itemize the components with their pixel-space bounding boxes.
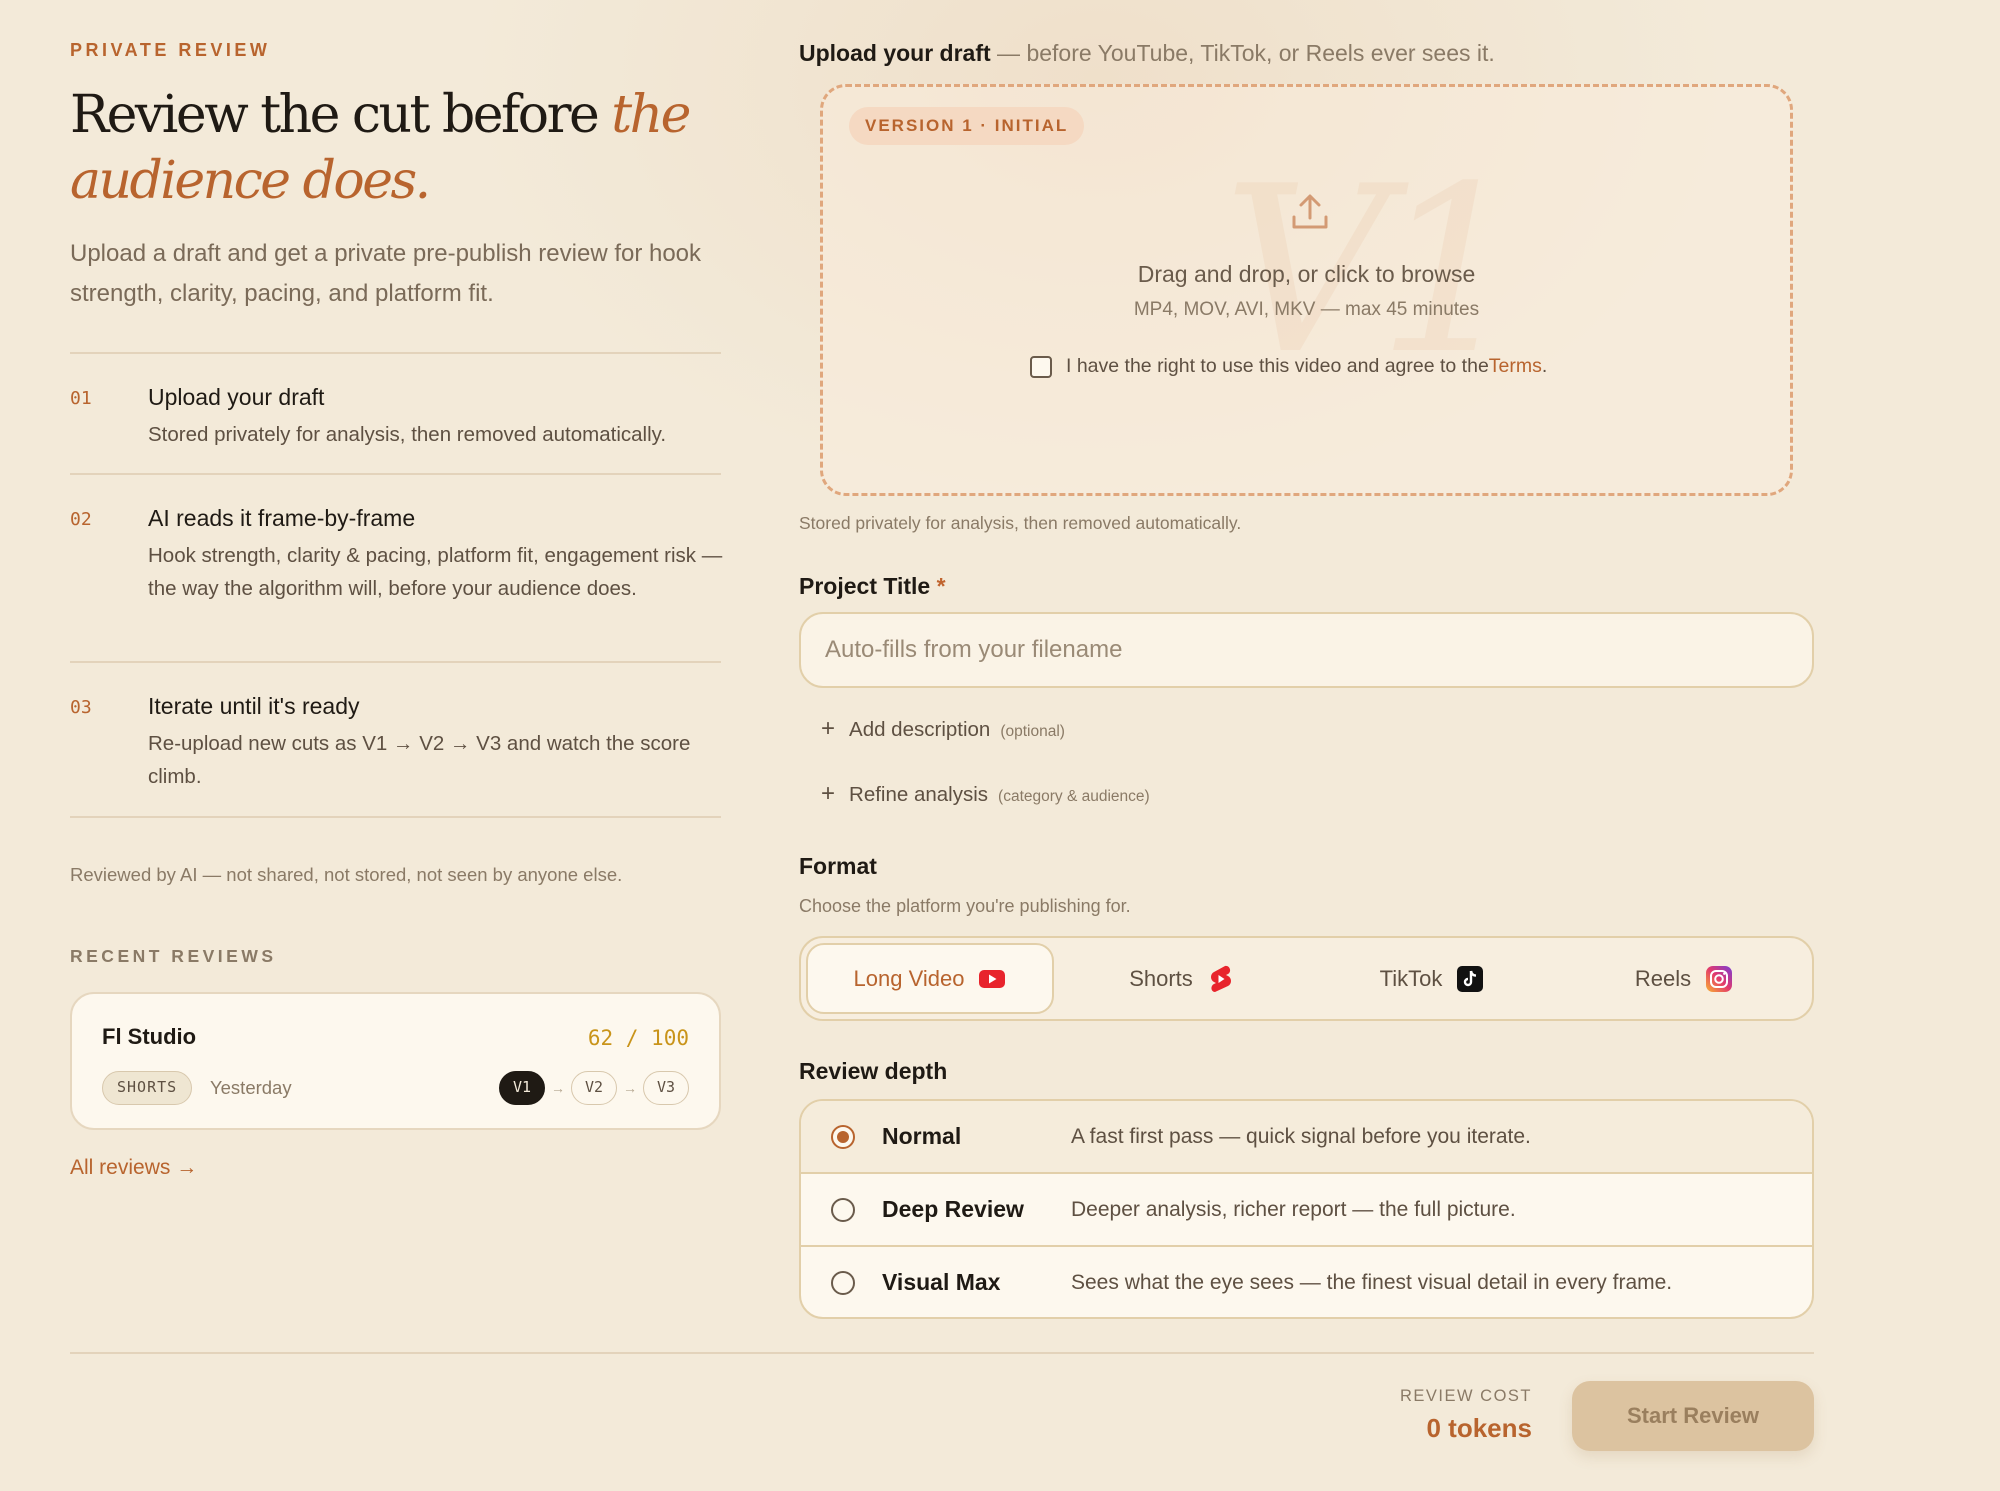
step-title: AI reads it frame-by-frame (148, 505, 416, 531)
required-mark: * (936, 573, 946, 599)
hero-subtitle: Upload a draft and get a private pre-pub… (70, 240, 702, 307)
page-title: Review the cut before the audience does. (70, 82, 730, 214)
version-pill[interactable]: V2 (571, 1071, 617, 1105)
step-item: 03 Iterate until it's ready Re-upload ne… (70, 663, 721, 818)
depth-option-name: Visual Max (882, 1269, 1001, 1295)
refine-analysis-hint: (category & audience) (998, 788, 1150, 805)
version-chain: V1 → V2 → V3 (499, 1071, 689, 1105)
upload-heading-bold: Upload your draft (799, 40, 991, 66)
youtube-shorts-icon (1207, 965, 1235, 993)
terms-link[interactable]: Terms (1489, 355, 1542, 378)
youtube-icon (978, 965, 1006, 993)
version-badge: VERSION 1 · INITIAL (849, 107, 1085, 145)
upload-heading: Upload your draft — before YouTube, TikT… (799, 40, 1495, 67)
eyebrow: PRIVATE REVIEW (70, 40, 271, 60)
review-depth-options: Normal A fast first pass — quick signal … (799, 1099, 1814, 1319)
add-description-hint: (optional) (1000, 723, 1065, 740)
depth-option-deep-review[interactable]: Deep Review Deeper analysis, richer repo… (801, 1174, 1812, 1247)
review-title: Fl Studio (102, 1024, 197, 1049)
consent-text: I have the right to use this video and a… (1066, 355, 1489, 377)
privacy-note: Reviewed by AI — not shared, not stored,… (70, 864, 623, 885)
radio-button[interactable] (831, 1271, 855, 1295)
tab-reels[interactable]: Reels (1560, 943, 1808, 1014)
tiktok-icon (1456, 965, 1484, 993)
project-title-label: Project Title * (799, 573, 946, 600)
recent-reviews-label: RECENT REVIEWS (70, 946, 277, 966)
step-number: 01 (70, 388, 92, 409)
add-description-label: Add description (849, 718, 991, 741)
add-description-toggle[interactable]: + Add description (optional) (821, 715, 1065, 743)
version-pill[interactable]: V1 (499, 1071, 545, 1105)
tab-tiktok[interactable]: TikTok (1308, 943, 1556, 1014)
format-label: Format (799, 853, 877, 879)
step-description: Stored privately for analysis, then remo… (148, 423, 667, 446)
step-description: Hook strength, clarity & pacing, platfor… (148, 544, 723, 600)
dropzone-formats: MP4, MOV, AVI, MKV — max 45 minutes (1133, 299, 1480, 320)
rights-checkbox[interactable] (1030, 355, 1052, 378)
radio-button[interactable] (831, 1125, 855, 1149)
step-number: 02 (70, 509, 92, 530)
upload-icon (1292, 194, 1328, 229)
depth-option-name: Deep Review (882, 1196, 1024, 1222)
project-title-label-text: Project Title (799, 573, 931, 599)
depth-option-name: Normal (882, 1123, 962, 1149)
recent-review-card[interactable]: Fl Studio 62 / 100 SHORTS Yesterday V1 →… (70, 992, 721, 1130)
start-review-button[interactable]: Start Review (1572, 1381, 1814, 1451)
footer-divider (70, 1352, 1814, 1354)
step-title: Upload your draft (148, 384, 325, 410)
project-title-input[interactable] (799, 612, 1814, 688)
plus-icon: + (821, 780, 836, 807)
review-score: 62 / 100 (587, 1026, 689, 1050)
step-number: 03 (70, 697, 92, 718)
steps-list: 01 Upload your draft Stored privately fo… (70, 352, 722, 818)
dropzone-title: Drag and drop, or click to browse (1137, 261, 1476, 287)
plus-icon: + (821, 715, 836, 742)
step-description: Re-upload new cuts as V1 → V2 → V3 and w… (148, 732, 691, 788)
page: PRIVATE REVIEW Review the cut before the… (0, 0, 2000, 1491)
consent-end: . (1541, 355, 1548, 377)
refine-analysis-label: Refine analysis (849, 783, 989, 806)
review-depth-label: Review depth (799, 1058, 948, 1084)
tab-label: Shorts (1129, 965, 1193, 991)
depth-option-description: Deeper analysis, richer report — the ful… (1071, 1198, 1516, 1221)
refine-analysis-toggle[interactable]: + Refine analysis (category & audience) (821, 780, 1150, 808)
depth-option-description: Sees what the eye sees — the finest visu… (1071, 1271, 1673, 1294)
step-item: 01 Upload your draft Stored privately fo… (70, 354, 721, 475)
tab-shorts[interactable]: Shorts (1058, 943, 1306, 1014)
rights-consent: I have the right to use this video and a… (1030, 355, 1547, 378)
depth-option-normal[interactable]: Normal A fast first pass — quick signal … (801, 1101, 1812, 1174)
depth-option-visual-max[interactable]: Visual Max Sees what the eye sees — the … (801, 1247, 1812, 1317)
instagram-icon (1705, 965, 1733, 993)
step-title: Iterate until it's ready (148, 693, 360, 719)
tab-label: Long Video (853, 965, 965, 991)
format-tag: SHORTS (102, 1071, 193, 1105)
upload-heading-rest: — before YouTube, TikTok, or Reels ever … (990, 40, 1495, 66)
storage-note: Stored privately for analysis, then remo… (799, 513, 1242, 533)
format-hint: Choose the platform you're publishing fo… (799, 896, 1131, 916)
step-item: 02 AI reads it frame-by-frame Hook stren… (70, 475, 722, 663)
tab-label: Reels (1634, 965, 1692, 991)
depth-option-description: A fast first pass — quick signal before … (1071, 1125, 1531, 1148)
arrow-right-icon: → (623, 1080, 637, 1096)
review-date: Yesterday (210, 1077, 292, 1098)
upload-dropzone[interactable]: VERSION 1 · INITIAL V1 Drag and drop, or… (820, 84, 1793, 496)
title-prefix: Review the cut before (70, 85, 612, 145)
tab-long-video[interactable]: Long Video (806, 943, 1054, 1014)
review-cost-label: REVIEW COST (1399, 1387, 1532, 1405)
radio-button[interactable] (831, 1198, 855, 1222)
version-pill[interactable]: V3 (643, 1071, 689, 1105)
arrow-right-icon: → (551, 1080, 565, 1096)
tab-label: TikTok (1379, 965, 1443, 991)
all-reviews-link[interactable]: All reviews → (70, 1156, 197, 1180)
format-tabs: Long Video Shorts TikTok Reels (799, 936, 1814, 1021)
review-cost-value: 0 tokens (1426, 1413, 1533, 1443)
